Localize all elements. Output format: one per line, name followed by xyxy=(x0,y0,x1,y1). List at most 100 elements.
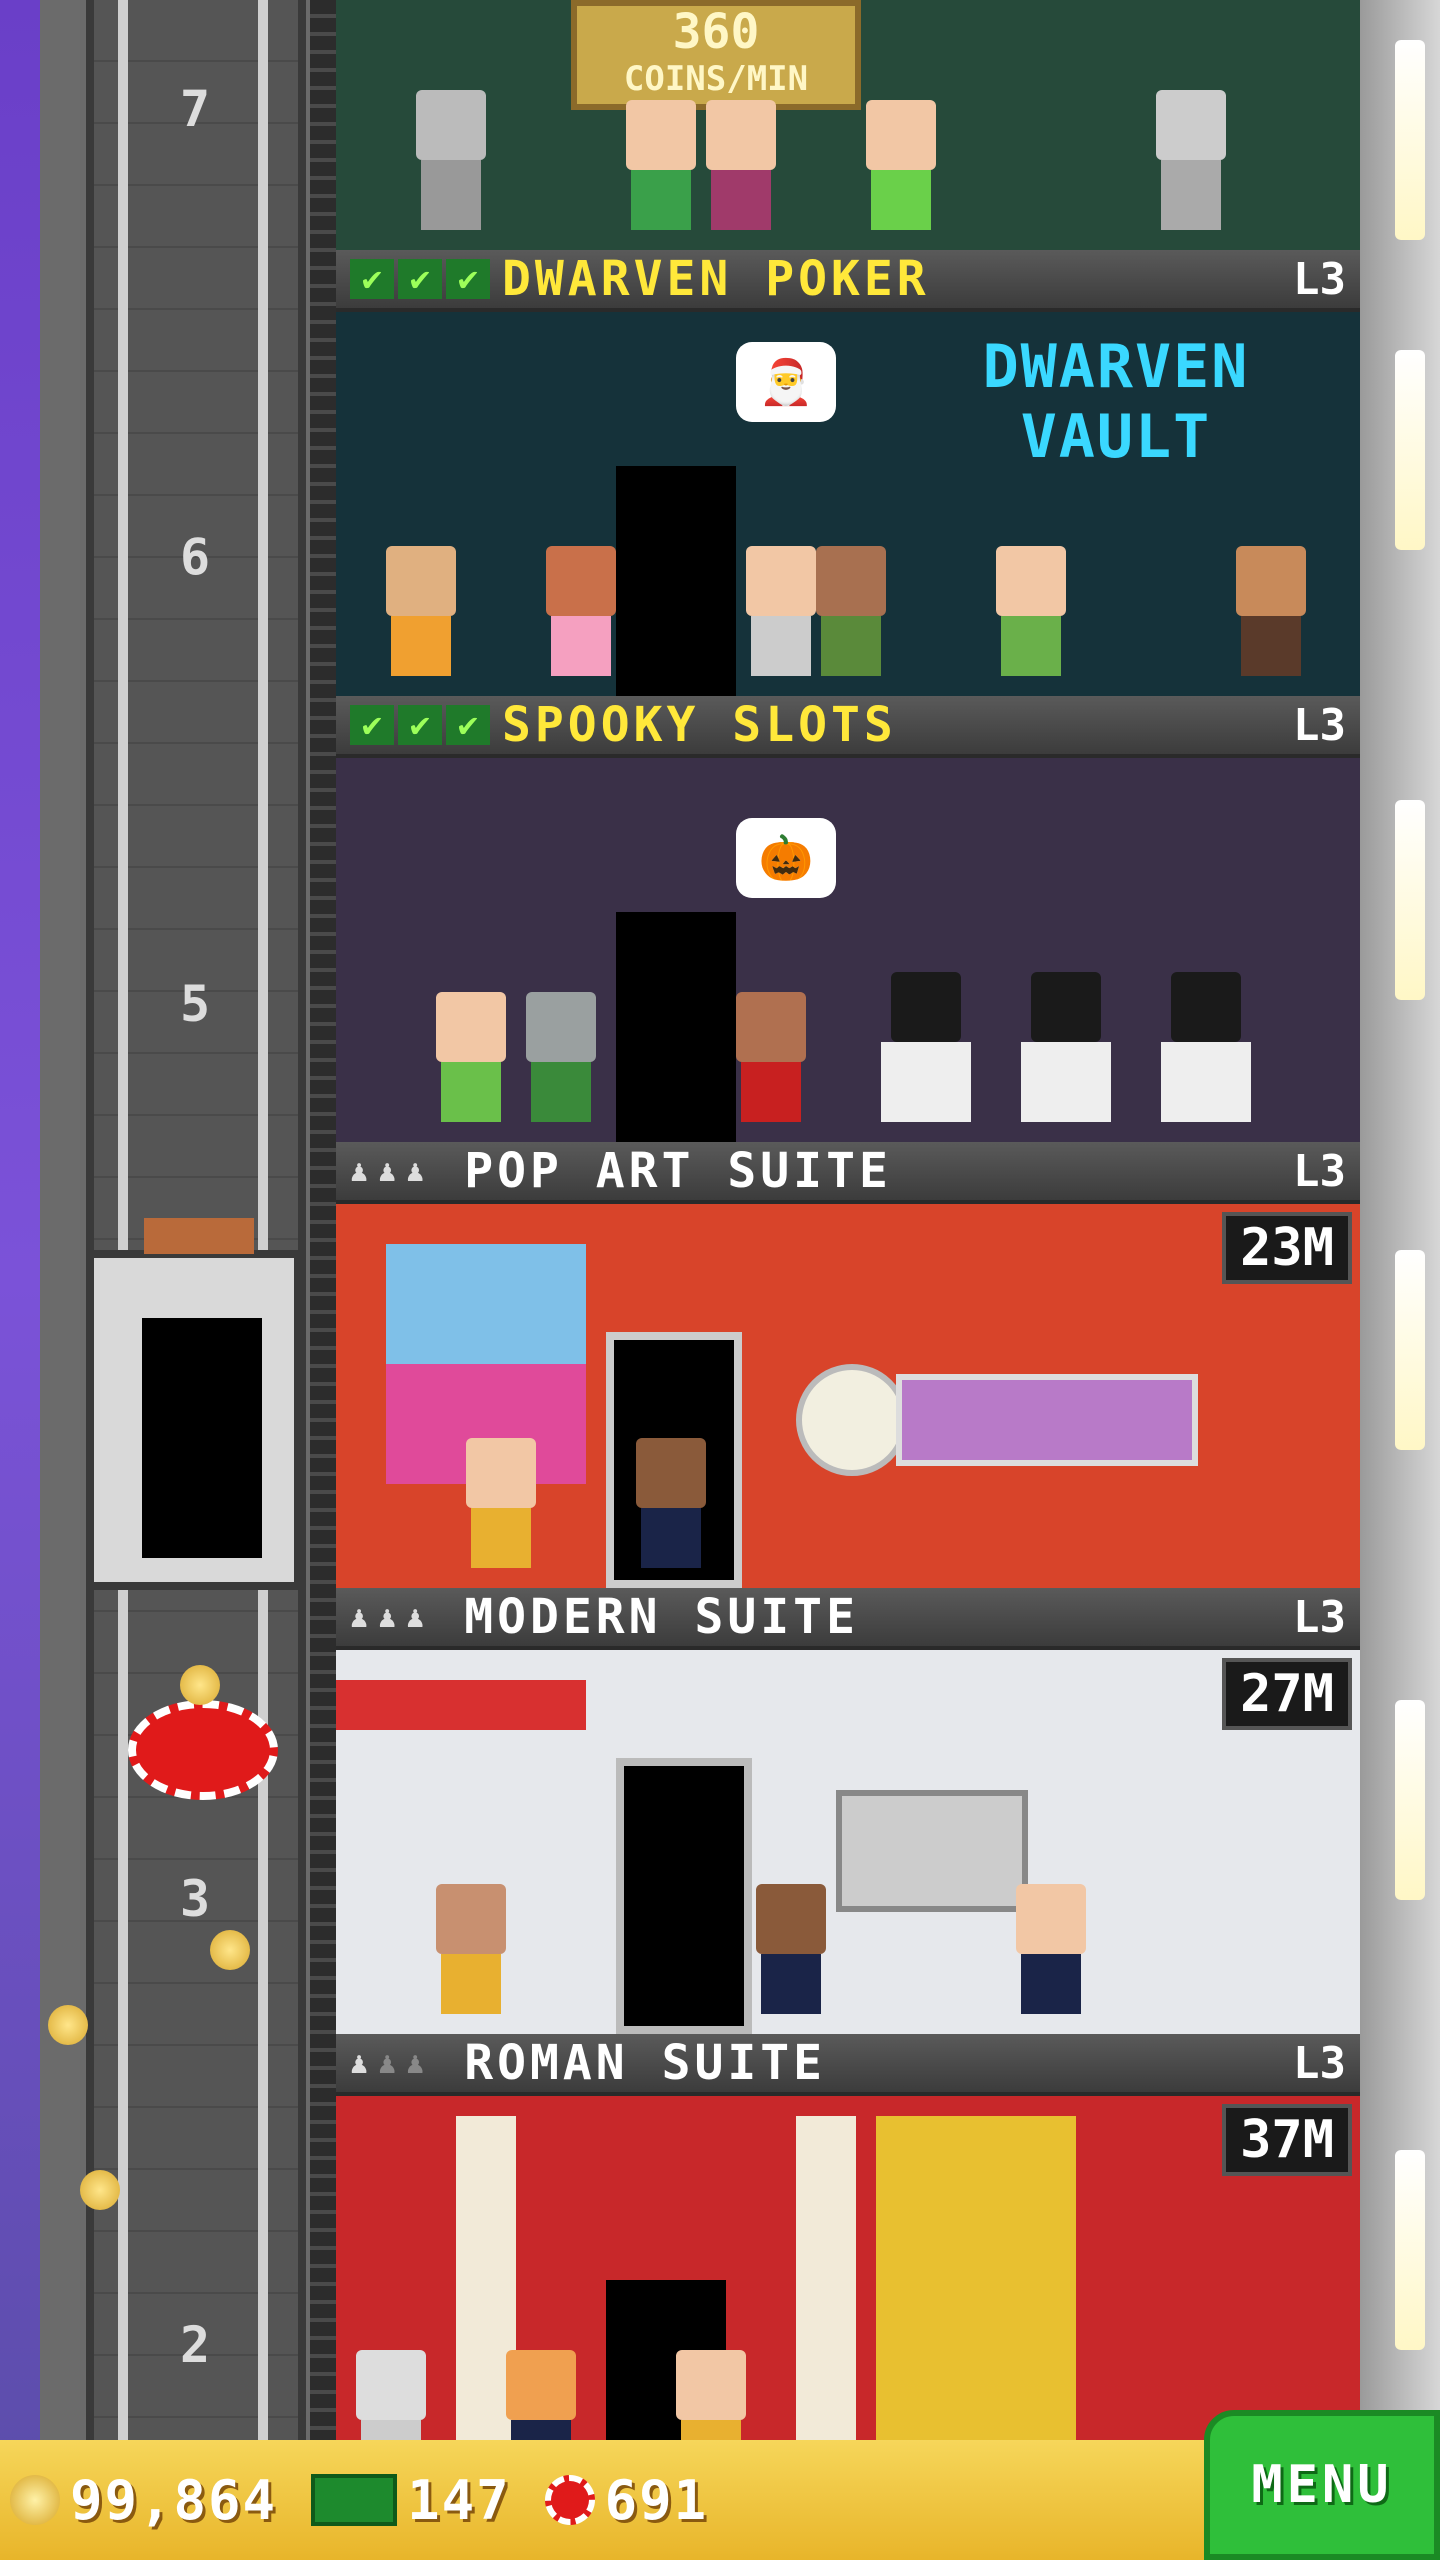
bitizen-sprite[interactable] xyxy=(466,1438,536,1568)
floor-modern-suite[interactable]: ♟ ♟ ♟ MODERN SUITE L3 27M xyxy=(336,1588,1360,2034)
slot-machine[interactable] xyxy=(876,972,976,1122)
request-bubble[interactable]: 🎃 xyxy=(736,818,836,898)
floor-spooky-slots[interactable]: ✔ ✔ ✔ SPOOKY SLOTS L3 🎃 xyxy=(336,696,1360,1142)
elevator-door xyxy=(142,1318,262,1558)
roman-column xyxy=(796,2116,856,2440)
elevator-car[interactable] xyxy=(86,1218,302,1590)
floor-top-partial[interactable]: 360 COINS/MIN xyxy=(336,0,1360,250)
floor-title: ROMAN SUITE xyxy=(464,2035,827,2091)
bitizen-sprite[interactable] xyxy=(676,2350,746,2440)
check-icon: ✔ xyxy=(398,259,442,299)
sofa xyxy=(896,1374,1198,1466)
casino-chip-pickup[interactable] xyxy=(128,1700,278,1800)
vault-sign: DWARVEN VAULT xyxy=(982,332,1250,472)
red-wall-panel xyxy=(336,1680,586,1730)
floor-header: ♟ ♟ ♟ POP ART SUITE L3 xyxy=(336,1142,1360,1204)
floor-dwarven-poker[interactable]: ✔ ✔ ✔ DWARVEN POKER L3 DWARVEN VAULT 🎅 xyxy=(336,250,1360,696)
floor-title: DWARVEN POKER xyxy=(502,251,930,307)
bitizen-sprite[interactable] xyxy=(816,546,886,676)
floor-number-6: 6 xyxy=(179,528,211,586)
elevator-rail-left xyxy=(118,0,128,2440)
floor-doorway xyxy=(616,466,736,696)
floor-header: ♟ ♟ ♟ MODERN SUITE L3 xyxy=(336,1588,1360,1650)
floor-header: ✔ ✔ ✔ SPOOKY SLOTS L3 xyxy=(336,696,1360,758)
bitizen-sprite[interactable] xyxy=(546,546,616,676)
floor-scene[interactable]: 23M xyxy=(336,1204,1360,1588)
window-light xyxy=(1395,350,1425,550)
slot-machine[interactable] xyxy=(1156,972,1256,1122)
sky-background xyxy=(0,0,40,2560)
person-icon: ♟ xyxy=(350,1153,369,1189)
price-badge: 37M xyxy=(1222,2104,1352,2176)
floor-scene[interactable]: DWARVEN VAULT 🎅 xyxy=(336,312,1360,696)
gold-curtain xyxy=(876,2116,1076,2440)
person-icon: ♟ xyxy=(406,2045,425,2081)
floor-number-2: 2 xyxy=(179,2316,211,2374)
rate-value: 360 xyxy=(672,4,760,60)
bitizen-sprite[interactable] xyxy=(1016,1884,1086,2014)
floating-coin-icon[interactable] xyxy=(180,1665,220,1705)
check-icon: ✔ xyxy=(350,705,394,745)
floor-roman-suite[interactable]: ♟ ♟ ♟ ROMAN SUITE L3 37M xyxy=(336,2034,1360,2440)
floor-title: MODERN SUITE xyxy=(464,1589,859,1645)
elevator-rail-right xyxy=(258,0,268,2440)
bitizen-sprite[interactable] xyxy=(866,100,936,230)
floating-coin-icon[interactable] xyxy=(48,2005,88,2045)
bux-stat[interactable]: 147 xyxy=(311,2469,511,2532)
window-light xyxy=(1395,40,1425,240)
bitizen-sprite[interactable] xyxy=(746,546,816,676)
completion-checks: ✔ ✔ ✔ xyxy=(350,259,490,299)
window-light xyxy=(1395,800,1425,1000)
window-light xyxy=(1395,1250,1425,1450)
check-icon: ✔ xyxy=(350,259,394,299)
floor-level: L3 xyxy=(1293,1145,1346,1197)
bitizen-sprite[interactable] xyxy=(386,546,456,676)
bux-value: 147 xyxy=(407,2468,511,2532)
check-icon: ✔ xyxy=(446,705,490,745)
menu-button[interactable]: MENU xyxy=(1204,2410,1440,2560)
floor-number-7: 7 xyxy=(179,80,211,138)
person-icon: ♟ xyxy=(378,1599,397,1635)
person-icon: ♟ xyxy=(350,1599,369,1635)
coins-per-min-sign: 360 COINS/MIN xyxy=(571,0,861,110)
bitizen-sprite[interactable] xyxy=(436,992,506,1122)
bitizen-sprite[interactable] xyxy=(1236,546,1306,676)
floor-title: POP ART SUITE xyxy=(464,1143,892,1199)
statue-left xyxy=(396,90,506,230)
residents-indicator: ♟ ♟ ♟ xyxy=(350,1600,424,1635)
window-light xyxy=(1395,1700,1425,1900)
floor-doorway xyxy=(616,1758,752,2034)
building-divider xyxy=(310,0,336,2440)
statue xyxy=(356,2350,426,2440)
slot-machine[interactable] xyxy=(1016,972,1116,1122)
coin-icon xyxy=(10,2475,60,2525)
bitizen-sprite[interactable] xyxy=(706,100,776,230)
zombie-sprite[interactable] xyxy=(526,992,596,1122)
chip-icon xyxy=(544,2475,595,2525)
floor-level: L3 xyxy=(1293,253,1346,305)
bitizen-sprite[interactable] xyxy=(436,1884,506,2014)
coins-value: 99,864 xyxy=(70,2468,278,2532)
floor-pop-art-suite[interactable]: ♟ ♟ ♟ POP ART SUITE L3 23M xyxy=(336,1142,1360,1588)
request-bubble[interactable]: 🎅 xyxy=(736,342,836,422)
bitizen-sprite[interactable] xyxy=(506,2350,576,2440)
floating-coin-icon[interactable] xyxy=(80,2170,120,2210)
floor-scene[interactable]: 🎃 xyxy=(336,758,1360,1142)
bitizen-sprite[interactable] xyxy=(756,1884,826,2014)
person-icon: ♟ xyxy=(406,1599,425,1635)
completion-checks: ✔ ✔ ✔ xyxy=(350,705,490,745)
floor-doorway xyxy=(616,912,736,1142)
floor-number-5: 5 xyxy=(179,975,211,1033)
bitizen-sprite[interactable] xyxy=(626,100,696,230)
floor-scene[interactable]: 37M xyxy=(336,2096,1360,2440)
floating-coin-icon[interactable] xyxy=(210,1930,250,1970)
bitizen-sprite[interactable] xyxy=(996,546,1066,676)
residents-indicator: ♟ ♟ ♟ xyxy=(350,1154,424,1189)
bitizen-sprite[interactable] xyxy=(636,1438,706,1568)
check-icon: ✔ xyxy=(398,705,442,745)
window-light xyxy=(1395,2150,1425,2350)
floor-scene[interactable]: 27M xyxy=(336,1650,1360,2034)
bitizen-sprite[interactable] xyxy=(736,992,806,1122)
chips-stat[interactable]: 691 xyxy=(544,2469,709,2532)
coins-stat[interactable]: 99,864 xyxy=(10,2469,277,2532)
